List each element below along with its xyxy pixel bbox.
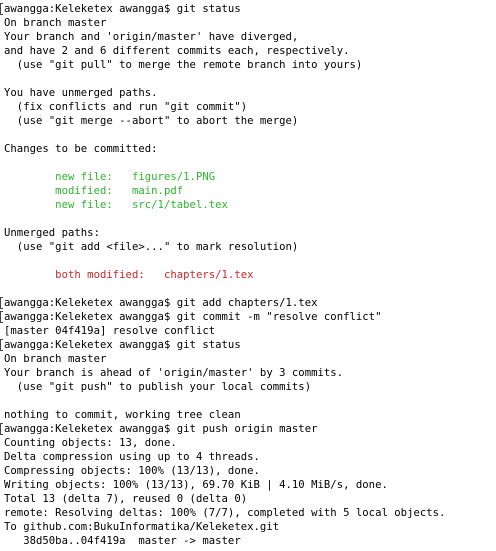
output-line: nothing to commit, working tree clean xyxy=(4,409,241,421)
output-line: and have 2 and 6 different commits each,… xyxy=(4,45,350,57)
terminal-window[interactable]: awangga:Keleketex awangga$ git status On … xyxy=(0,0,496,551)
output-line: (use "git push" to publish your local co… xyxy=(4,381,312,393)
output-line: new file: figures/1.PNG xyxy=(4,171,216,183)
prompt-marker xyxy=(0,297,3,309)
output-line: both modified: chapters/1.tex xyxy=(4,269,254,281)
output-line: modified: main.pdf xyxy=(4,185,184,197)
prompt-marker xyxy=(0,311,3,323)
output-line: Changes to be committed: xyxy=(4,143,158,155)
output-line: On branch master xyxy=(4,353,107,365)
output-line: 38d50ba..04f419a master -> master xyxy=(4,535,241,547)
prompt-marker xyxy=(0,339,3,351)
output-line: (use "git pull" to merge the remote bran… xyxy=(4,59,363,71)
output-line: [master 04f419a] resolve conflict xyxy=(4,325,216,337)
prompt-line: awangga:Keleketex awangga$ git push orig… xyxy=(4,423,318,435)
output-line: (use "git merge --abort" to abort the me… xyxy=(4,115,299,127)
output-line: Your branch is ahead of 'origin/master' … xyxy=(4,367,344,379)
output-line: Counting objects: 13, done. xyxy=(4,437,177,449)
output-line: Writing objects: 100% (13/13), 69.70 KiB… xyxy=(4,479,388,491)
output-line: You have unmerged paths. xyxy=(4,87,158,99)
output-line: Total 13 (delta 7), reused 0 (delta 0) xyxy=(4,493,248,505)
output-line: Unmerged paths: xyxy=(4,227,100,239)
output-line: remote: Resolving deltas: 100% (7/7), co… xyxy=(4,507,446,519)
output-line: Compressing objects: 100% (13/13), done. xyxy=(4,465,260,477)
output-line: (use "git add <file>..." to mark resolut… xyxy=(4,241,299,253)
output-line: new file: src/1/tabel.tex xyxy=(4,199,228,211)
prompt-line: awangga:Keleketex awangga$ git status xyxy=(4,3,241,15)
prompt-marker xyxy=(0,3,3,15)
output-line: Delta compression using up to 4 threads. xyxy=(4,451,260,463)
output-line: Your branch and 'origin/master' have div… xyxy=(4,31,299,43)
output-line: On branch master xyxy=(4,17,107,29)
prompt-marker xyxy=(0,423,3,435)
output-line: To github.com:BukuInformatika/Keleketex.… xyxy=(4,521,280,533)
prompt-line: awangga:Keleketex awangga$ git commit -m… xyxy=(4,311,382,323)
prompt-line: awangga:Keleketex awangga$ git status xyxy=(4,339,241,351)
prompt-line: awangga:Keleketex awangga$ git add chapt… xyxy=(4,297,318,309)
output-line: (fix conflicts and run "git commit") xyxy=(4,101,248,113)
